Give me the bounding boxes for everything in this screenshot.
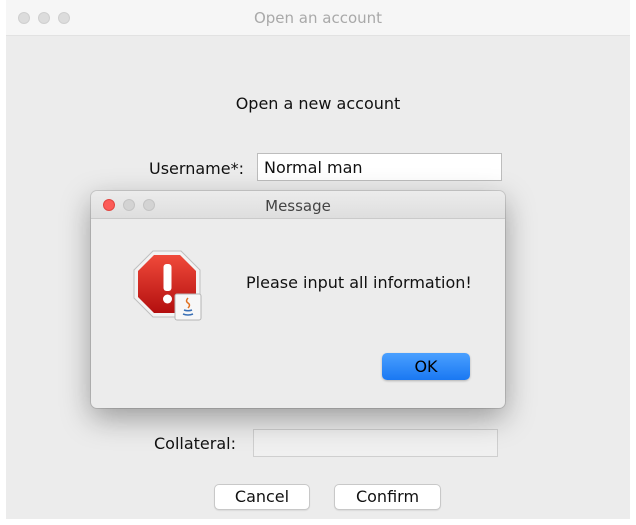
collateral-label: Collateral: xyxy=(154,434,236,453)
window-titlebar: Open an account xyxy=(6,0,630,36)
confirm-button[interactable]: Confirm xyxy=(334,484,441,510)
dialog-message: Please input all information! xyxy=(246,273,472,292)
dialog-titlebar: Message xyxy=(91,191,505,219)
username-label: Username*: xyxy=(149,159,244,178)
page-heading: Open a new account xyxy=(235,94,401,113)
collateral-field[interactable] xyxy=(253,429,498,457)
username-field[interactable]: Normal man xyxy=(257,153,502,181)
dialog-title: Message xyxy=(265,197,331,215)
cancel-button[interactable]: Cancel xyxy=(214,484,310,510)
ok-button[interactable]: OK xyxy=(382,353,470,380)
java-warning-icon xyxy=(133,250,202,321)
message-dialog: Message Please input all information! OK xyxy=(91,191,505,408)
window-title: Open an account xyxy=(253,9,383,27)
